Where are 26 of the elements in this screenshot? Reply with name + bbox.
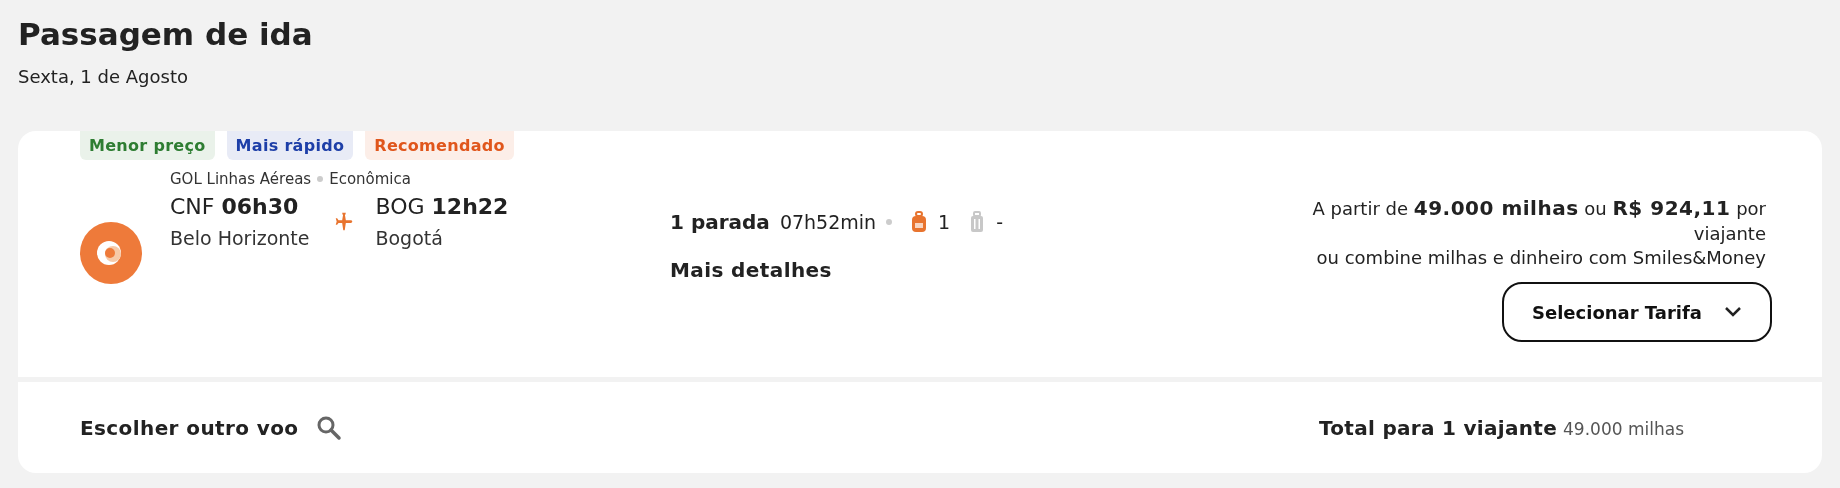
total-value: 49.000 milhas (1563, 418, 1684, 439)
airline-name: GOL Linhas Aéreas (170, 170, 312, 188)
page-title: Passagem de ida (18, 15, 313, 54)
flight-tag: Mais rápido (226, 131, 354, 160)
total-label: Total para 1 viajante (1319, 415, 1558, 440)
separator-dot (317, 176, 324, 182)
arrival-city: Bogotá (375, 227, 444, 249)
search-icon[interactable] (316, 414, 343, 441)
combine-text: ou combine milhas e dinheiro com Smiles&Money (1316, 246, 1766, 270)
flight-tag: Recomendado (365, 131, 514, 160)
stops-count: 1 parada (670, 210, 770, 234)
baggage-count: 1 (938, 211, 951, 233)
flight-duration: 07h52min (779, 211, 877, 233)
select-fare-button[interactable]: Selecionar Tarifa (1502, 282, 1772, 342)
chevron-down-icon (1724, 306, 1742, 318)
flight-tag: Menor preço (80, 131, 215, 160)
airline-logo-icon (80, 222, 142, 284)
departure-time: CNF 06h30 (170, 194, 300, 219)
separator-dot (886, 219, 893, 225)
cabin-class: Econômica (329, 170, 411, 188)
baggage-count: - (996, 211, 1004, 233)
travel-date: Sexta, 1 de Agosto (18, 66, 188, 87)
details-link[interactable]: Mais detalhes (670, 258, 832, 282)
arrival-time: BOG 12h22 (375, 194, 509, 219)
departure-city: Belo Horizonte (170, 227, 310, 249)
other-flight-button[interactable]: Escolher outro voo (80, 415, 299, 440)
